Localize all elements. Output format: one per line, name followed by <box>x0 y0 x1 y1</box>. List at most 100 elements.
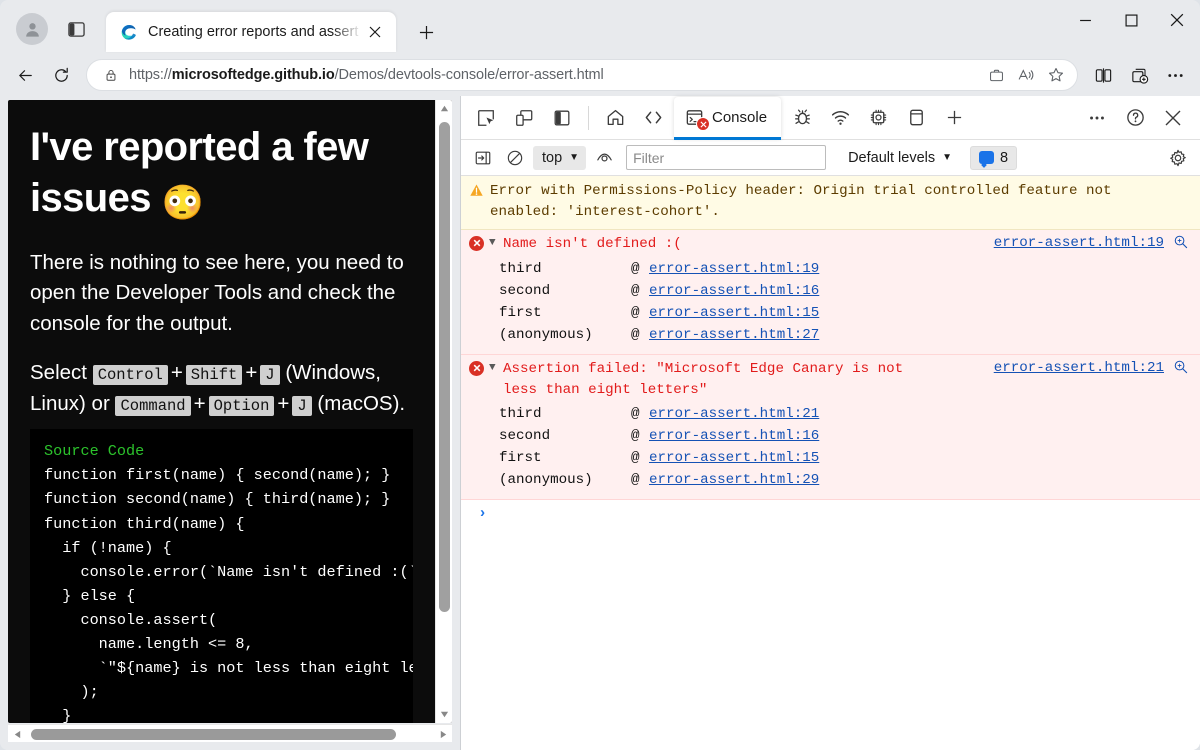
stack-frame-link[interactable]: error-assert.html:15 <box>649 450 819 466</box>
error-source-link[interactable]: error-assert.html:19 <box>994 235 1164 251</box>
page-scroll-thumb[interactable] <box>439 122 450 612</box>
scroll-up-arrow-icon[interactable] <box>436 100 452 117</box>
console-filter-placeholder: Filter <box>633 150 664 166</box>
execution-context-select[interactable]: top ▼ <box>533 146 586 170</box>
new-tab-button[interactable] <box>410 16 442 48</box>
tab-actions-icon[interactable] <box>60 13 92 45</box>
devtools-tabbar: Console <box>461 96 1200 140</box>
console-messages[interactable]: Error with Permissions-Policy header: Or… <box>461 176 1200 750</box>
console-settings-gear-icon[interactable] <box>1164 145 1192 171</box>
error-circle-icon <box>469 236 484 251</box>
stack-frame-at: @ <box>631 406 649 422</box>
stack-frame-at: @ <box>631 261 649 277</box>
tab-console[interactable]: Console <box>674 97 781 139</box>
live-expression-eye-icon[interactable] <box>590 145 618 171</box>
console-sidebar-icon[interactable] <box>469 145 497 171</box>
page-horizontal-scrollbar[interactable] <box>8 724 452 742</box>
stack-frame: (anonymous)@error-assert.html:29 <box>469 469 1192 491</box>
settings-more-icon[interactable] <box>1158 58 1192 92</box>
add-panel-button[interactable] <box>935 101 973 135</box>
favorite-star-icon[interactable] <box>1041 61 1071 89</box>
plus-sign-2: + <box>242 361 260 384</box>
stack-frame-link[interactable]: error-assert.html:16 <box>649 283 819 299</box>
scroll-right-arrow-icon[interactable] <box>434 725 452 743</box>
stack-frame: (anonymous)@error-assert.html:27 <box>469 324 1192 346</box>
console-filter-input[interactable]: Filter <box>626 145 826 170</box>
more-tools-icon[interactable] <box>1078 101 1116 135</box>
dock-side-icon[interactable] <box>543 101 581 135</box>
minimize-icon[interactable] <box>1062 0 1108 40</box>
console-message-error-1[interactable]: ▼ Name isn't defined :( error-assert.htm… <box>461 230 1200 355</box>
profile-avatar[interactable] <box>16 13 48 45</box>
issues-counter-button[interactable]: 8 <box>970 146 1017 170</box>
shortcut-paragraph: Select Control+Shift+J (Windows, Linux) … <box>30 358 413 420</box>
close-devtools-icon[interactable] <box>1154 101 1192 135</box>
performance-icon[interactable] <box>859 101 897 135</box>
welcome-home-icon[interactable] <box>596 101 634 135</box>
address-input[interactable]: https://microsoftedge.github.io/Demos/de… <box>86 59 1078 91</box>
read-aloud-icon[interactable] <box>1011 61 1041 89</box>
stack-frame-link[interactable]: error-assert.html:29 <box>649 472 819 488</box>
error-source-link[interactable]: error-assert.html:21 <box>994 360 1164 376</box>
back-arrow-icon[interactable] <box>8 58 42 92</box>
reload-icon[interactable] <box>44 58 78 92</box>
devtools-panel: Console <box>460 96 1200 750</box>
page-paragraph: There is nothing to see here, you need t… <box>30 248 413 340</box>
collections-icon[interactable] <box>981 61 1011 89</box>
expand-caret-icon[interactable]: ▼ <box>489 362 498 374</box>
stack-frame: first@error-assert.html:15 <box>469 447 1192 469</box>
flushed-face-emoji: 😳 <box>161 184 203 222</box>
application-icon[interactable] <box>897 101 935 135</box>
source-code-block: Source Codefunction first(name) { second… <box>30 429 413 723</box>
toolbar-divider <box>588 106 589 130</box>
expand-caret-icon[interactable]: ▼ <box>489 237 498 249</box>
devtools-tabbar-right <box>1078 101 1200 135</box>
inspect-element-icon[interactable] <box>467 101 505 135</box>
stack-frame: second@error-assert.html:16 <box>469 425 1192 447</box>
help-icon[interactable] <box>1116 101 1154 135</box>
search-in-sources-icon[interactable] <box>1173 359 1188 379</box>
stack-frame-link[interactable]: error-assert.html:21 <box>649 406 819 422</box>
scroll-down-arrow-icon[interactable] <box>436 706 452 723</box>
search-in-sources-icon[interactable] <box>1173 234 1188 254</box>
error-header: ▼ Assertion failed: "Microsoft Edge Cana… <box>469 359 1192 401</box>
page-vertical-scrollbar[interactable] <box>435 100 452 723</box>
error-header: ▼ Name isn't defined :( error-assert.htm… <box>469 234 1192 255</box>
debugger-icon[interactable] <box>783 101 821 135</box>
split-screen-icon[interactable] <box>1086 58 1120 92</box>
clear-console-icon[interactable] <box>501 145 529 171</box>
browser-tab[interactable]: Creating error reports and assert <box>106 12 396 52</box>
add-collection-icon[interactable] <box>1122 58 1156 92</box>
elements-icon[interactable] <box>634 101 672 135</box>
maximize-icon[interactable] <box>1108 0 1154 40</box>
kbd-shift: Shift <box>186 365 243 385</box>
shortcut-select-label: Select <box>30 361 87 384</box>
console-message-warning[interactable]: Error with Permissions-Policy header: Or… <box>461 176 1200 230</box>
stack-frame-at: @ <box>631 327 649 343</box>
close-tab-icon[interactable] <box>362 19 388 45</box>
stack-frame-link[interactable]: error-assert.html:16 <box>649 428 819 444</box>
kbd-option: Option <box>209 396 275 416</box>
plus-sign-4: + <box>274 392 292 415</box>
url-text: https://microsoftedge.github.io/Demos/de… <box>129 67 981 83</box>
stack-frame-link[interactable]: error-assert.html:19 <box>649 261 819 277</box>
stack-frame-link[interactable]: error-assert.html:27 <box>649 327 819 343</box>
page-hscroll-thumb[interactable] <box>31 729 396 740</box>
close-window-icon[interactable] <box>1154 0 1200 40</box>
lock-icon <box>101 68 121 82</box>
stack-frame-function: (anonymous) <box>499 472 631 488</box>
network-icon[interactable] <box>821 101 859 135</box>
error-badge-icon <box>696 117 710 131</box>
source-code-text: function first(name) { second(name); } f… <box>44 466 413 723</box>
error-stack-trace: third@error-assert.html:21 second@error-… <box>469 403 1192 491</box>
console-message-error-2[interactable]: ▼ Assertion failed: "Microsoft Edge Cana… <box>461 355 1200 501</box>
device-emulation-icon[interactable] <box>505 101 543 135</box>
scroll-left-arrow-icon[interactable] <box>8 725 26 743</box>
stack-frame-link[interactable]: error-assert.html:15 <box>649 305 819 321</box>
page-document: I've reported a few issues 😳 There is no… <box>8 100 435 723</box>
console-prompt[interactable]: › <box>461 500 1200 526</box>
stack-frame-function: third <box>499 406 631 422</box>
log-levels-select[interactable]: Default levels ▼ <box>848 150 952 166</box>
platform-macos: (macOS). <box>317 392 405 415</box>
tab-title: Creating error reports and assert <box>148 24 362 40</box>
